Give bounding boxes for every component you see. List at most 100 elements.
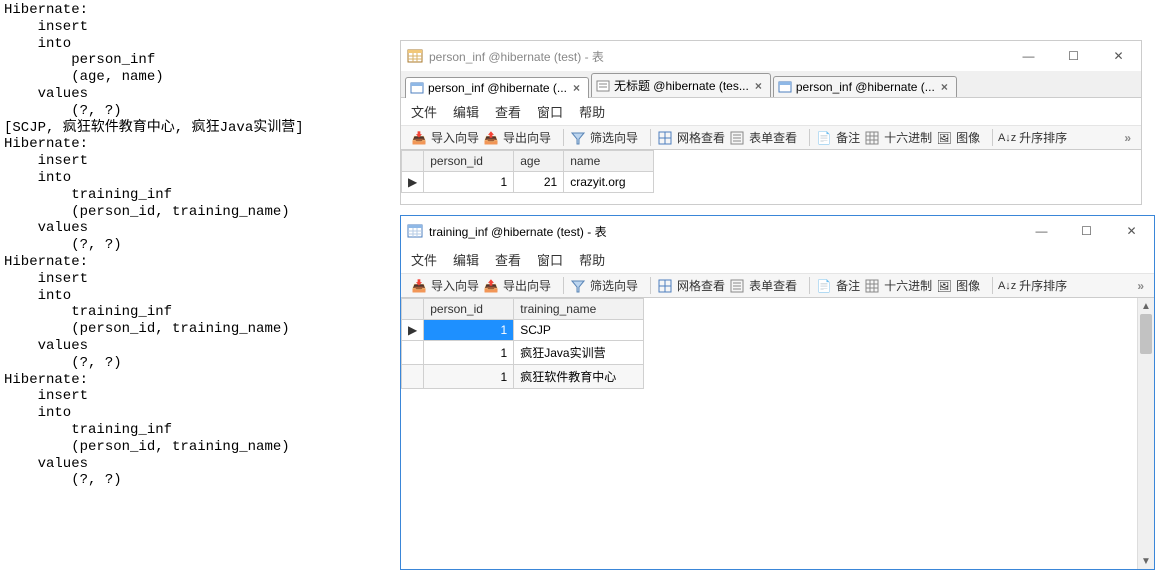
grid-view-button[interactable]: 网格查看 [657,129,725,146]
titlebar[interactable]: training_inf @hibernate (test) - 表 — ☐ ✕ [401,216,1154,246]
memo-icon: 📄 [816,278,832,294]
row-pointer-icon: ▶ [402,172,424,193]
titlebar[interactable]: person_inf @hibernate (test) - 表 — ☐ ✕ [401,41,1141,71]
tab-close-icon[interactable]: × [571,81,582,95]
tb-label: 网格查看 [677,277,725,294]
tab-person-inf-1[interactable]: person_inf @hibernate (... × [405,77,589,98]
filter-icon [570,130,586,146]
row-pointer [402,341,424,365]
tb-label: 网格查看 [677,129,725,146]
export-wizard-button[interactable]: 📤导出向导 [483,277,551,294]
minimize-glyph: — [1023,49,1035,63]
sort-asc-button[interactable]: A↓z升序排序 [999,129,1067,146]
filter-wizard-button[interactable]: 筛选向导 [570,129,638,146]
export-icon: 📤 [483,130,499,146]
table-icon [410,81,424,95]
column-header-age[interactable]: age [514,151,564,172]
cell-person-id[interactable]: 1 [424,172,514,193]
cell-person-id[interactable]: 1 [424,341,514,365]
toolbar-overflow-icon[interactable]: » [1118,131,1137,145]
grid-area: person_id age name ▶ 1 21 crazyit.org [401,150,1141,204]
image-icon: 🖼 [936,278,952,294]
row-pointer [402,365,424,389]
column-header-person-id[interactable]: person_id [424,299,514,320]
table-row[interactable]: ▶ 1 21 crazyit.org [402,172,654,193]
memo-button[interactable]: 📄备注 [816,129,860,146]
menu-help[interactable]: 帮助 [579,102,605,121]
sort-asc-button[interactable]: A↓z升序排序 [999,277,1067,294]
menu-window[interactable]: 窗口 [537,250,563,269]
cell-age[interactable]: 21 [514,172,564,193]
menu-edit[interactable]: 编辑 [453,102,479,121]
close-glyph: ✕ [1113,49,1123,63]
filter-icon [570,278,586,294]
close-button[interactable]: ✕ [1096,42,1141,70]
tabstrip: person_inf @hibernate (... × 无标题 @hibern… [401,71,1141,98]
table-row[interactable]: 1 疯狂Java实训营 [402,341,644,365]
tb-label: 筛选向导 [590,129,638,146]
column-header-name[interactable]: name [564,151,654,172]
row-pointer-icon: ▶ [402,320,424,341]
memo-button[interactable]: 📄备注 [816,277,860,294]
table-icon [778,80,792,94]
menu-file[interactable]: 文件 [411,250,437,269]
menu-help[interactable]: 帮助 [579,250,605,269]
cell-training-name[interactable]: 疯狂Java实训营 [514,341,644,365]
minimize-glyph: — [1036,224,1048,238]
maximize-button[interactable]: ☐ [1064,217,1109,245]
hex-icon [864,278,880,294]
filter-wizard-button[interactable]: 筛选向导 [570,277,638,294]
column-header-person-id[interactable]: person_id [424,151,514,172]
scroll-thumb[interactable] [1140,314,1152,354]
cell-training-name[interactable]: SCJP [514,320,644,341]
table-row[interactable]: 1 疯狂软件教育中心 [402,365,644,389]
maximize-glyph: ☐ [1081,224,1092,238]
minimize-button[interactable]: — [1019,217,1064,245]
tab-close-icon[interactable]: × [753,79,764,93]
sql-log: Hibernate: insert into person_inf (age, … [0,0,400,489]
training-inf-table[interactable]: person_id training_name ▶ 1 SCJP 1 疯狂Jav… [401,298,644,389]
import-wizard-button[interactable]: 📥导入向导 [411,129,479,146]
maximize-glyph: ☐ [1068,49,1079,63]
tb-label: 图像 [956,277,980,294]
memo-icon: 📄 [816,130,832,146]
image-button[interactable]: 🖼图像 [936,277,980,294]
cell-person-id[interactable]: 1 [424,320,514,341]
menu-edit[interactable]: 编辑 [453,250,479,269]
import-wizard-button[interactable]: 📥导入向导 [411,277,479,294]
menu-file[interactable]: 文件 [411,102,437,121]
grid-view-button[interactable]: 网格查看 [657,277,725,294]
grid-icon [657,278,673,294]
cell-name[interactable]: crazyit.org [564,172,654,193]
cell-training-name[interactable]: 疯狂软件教育中心 [514,365,644,389]
minimize-button[interactable]: — [1006,42,1051,70]
vertical-scrollbar[interactable]: ▲ ▼ [1137,298,1154,569]
tab-close-icon[interactable]: × [939,80,950,94]
export-wizard-button[interactable]: 📤导出向导 [483,129,551,146]
menu-view[interactable]: 查看 [495,250,521,269]
tb-label: 筛选向导 [590,277,638,294]
person-inf-table[interactable]: person_id age name ▶ 1 21 crazyit.org [401,150,654,193]
hex-button[interactable]: 十六进制 [864,277,932,294]
maximize-button[interactable]: ☐ [1051,42,1096,70]
form-view-button[interactable]: 表单查看 [729,129,797,146]
hex-button[interactable]: 十六进制 [864,129,932,146]
form-view-button[interactable]: 表单查看 [729,277,797,294]
close-button[interactable]: ✕ [1109,217,1154,245]
scroll-down-icon[interactable]: ▼ [1138,553,1154,569]
menu-window[interactable]: 窗口 [537,102,563,121]
tb-label: 升序排序 [1019,129,1067,146]
tab-untitled[interactable]: 无标题 @hibernate (tes... × [591,73,771,97]
table-row[interactable]: ▶ 1 SCJP [402,320,644,341]
image-button[interactable]: 🖼图像 [936,129,980,146]
column-header-training-name[interactable]: training_name [514,299,644,320]
scroll-up-icon[interactable]: ▲ [1138,298,1154,314]
tb-label: 导入向导 [431,277,479,294]
cell-person-id[interactable]: 1 [424,365,514,389]
image-icon: 🖼 [936,130,952,146]
tb-label: 导出向导 [503,277,551,294]
window-person-inf: person_inf @hibernate (test) - 表 — ☐ ✕ p… [400,40,1142,205]
menu-view[interactable]: 查看 [495,102,521,121]
toolbar-overflow-icon[interactable]: » [1131,279,1150,293]
tab-person-inf-2[interactable]: person_inf @hibernate (... × [773,76,957,97]
